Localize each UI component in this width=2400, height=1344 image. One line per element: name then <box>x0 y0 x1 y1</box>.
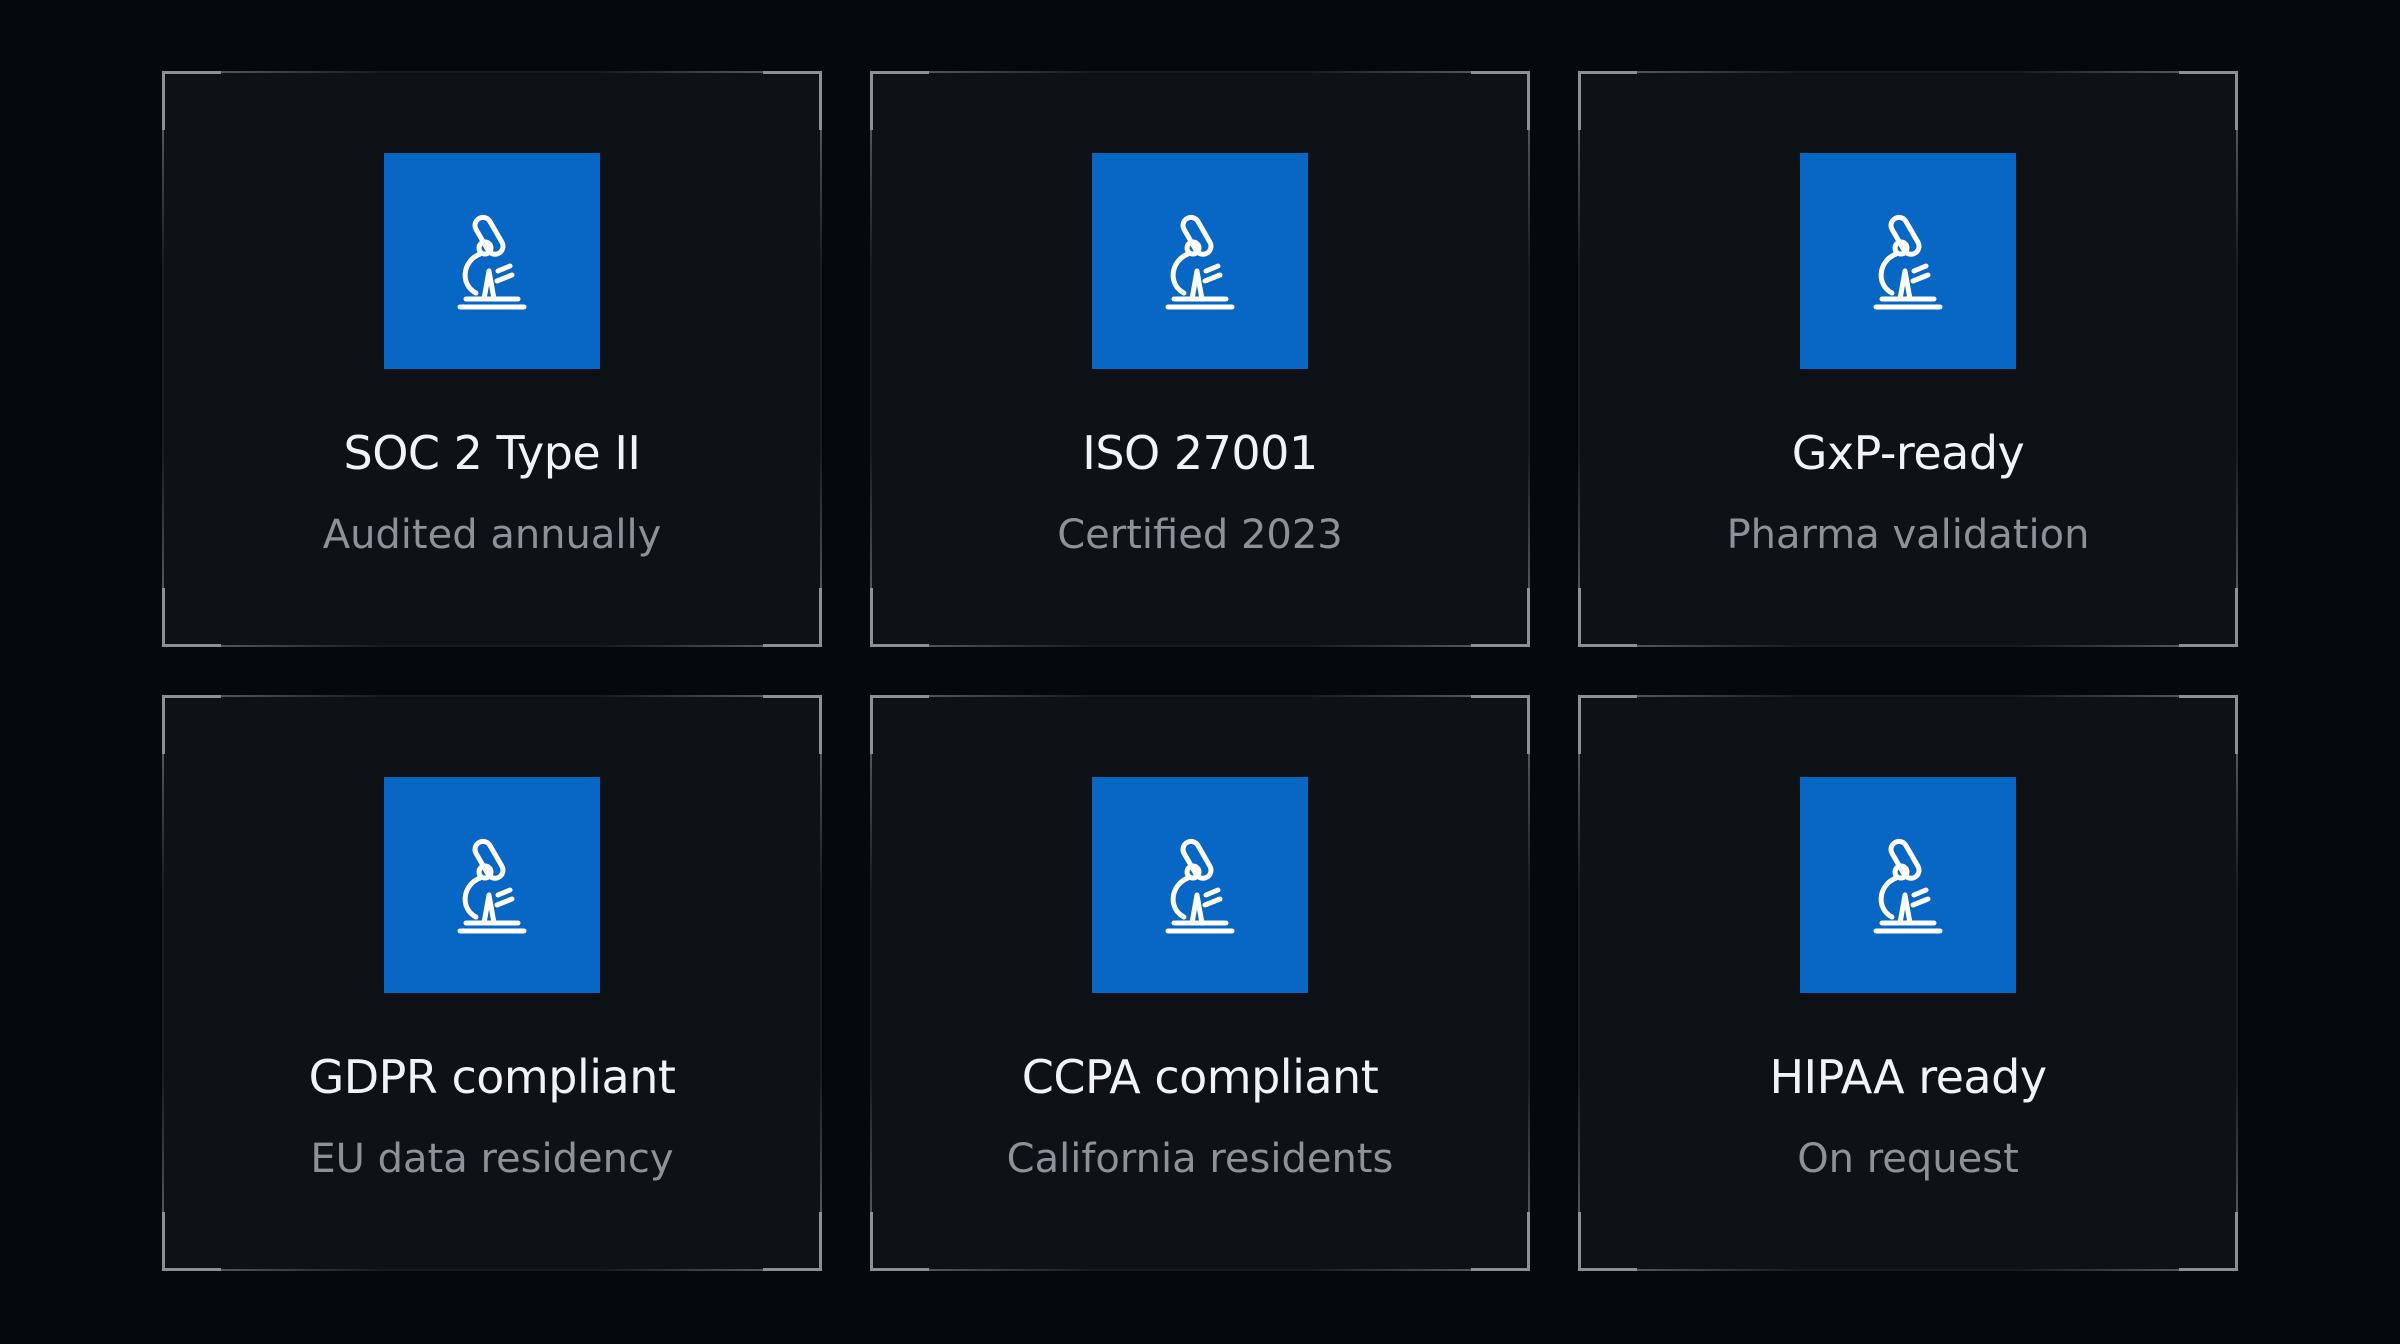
card-border <box>162 127 164 591</box>
card-title: GxP-ready <box>1791 426 2025 480</box>
icon-tile <box>384 777 600 993</box>
card-title: CCPA compliant <box>1021 1050 1379 1104</box>
card-title: ISO 27001 <box>1082 426 1318 480</box>
card-border <box>1634 71 2182 73</box>
corner-bracket <box>870 588 929 647</box>
corner-bracket <box>870 1212 929 1271</box>
corner-bracket <box>1471 1212 1530 1271</box>
card-subtitle: On request <box>1797 1136 2019 1182</box>
corner-bracket <box>1471 588 1530 647</box>
corner-bracket <box>1578 695 1637 754</box>
microscope-icon <box>1165 214 1235 310</box>
corner-bracket <box>763 695 822 754</box>
corner-bracket <box>870 695 929 754</box>
icon-tile <box>1092 777 1308 993</box>
card-subtitle: Pharma validation <box>1726 512 2090 558</box>
card-border <box>218 695 766 697</box>
corner-bracket <box>763 588 822 647</box>
card-border <box>1578 127 1580 591</box>
compliance-card-iso27001: ISO 27001 Certified 2023 <box>870 71 1530 647</box>
microscope-icon <box>1165 838 1235 934</box>
card-border <box>820 751 822 1215</box>
compliance-card-hipaa: HIPAA ready On request <box>1578 695 2238 1271</box>
card-title: GDPR compliant <box>308 1050 676 1104</box>
card-title: HIPAA ready <box>1769 1050 2047 1104</box>
corner-bracket <box>1471 71 1530 130</box>
corner-bracket <box>1578 588 1637 647</box>
icon-tile <box>1800 153 2016 369</box>
card-border <box>1634 1269 2182 1271</box>
compliance-card-gxp: GxP-ready Pharma validation <box>1578 71 2238 647</box>
corner-bracket <box>763 1212 822 1271</box>
card-border <box>1528 751 1530 1215</box>
card-border <box>870 751 872 1215</box>
card-subtitle: EU data residency <box>310 1136 674 1182</box>
corner-bracket <box>2179 1212 2238 1271</box>
corner-bracket <box>1578 1212 1637 1271</box>
card-border <box>218 71 766 73</box>
corner-bracket <box>162 71 221 130</box>
icon-tile <box>1092 153 1308 369</box>
card-border <box>1528 127 1530 591</box>
card-border <box>1578 751 1580 1215</box>
card-border <box>1634 695 2182 697</box>
microscope-icon <box>457 214 527 310</box>
corner-bracket <box>2179 588 2238 647</box>
corner-bracket <box>162 1212 221 1271</box>
corner-bracket <box>2179 71 2238 130</box>
card-border <box>926 1269 1474 1271</box>
corner-bracket <box>2179 695 2238 754</box>
corner-bracket <box>1578 71 1637 130</box>
card-subtitle: California residents <box>1006 1136 1394 1182</box>
card-border <box>162 751 164 1215</box>
card-border <box>926 645 1474 647</box>
corner-bracket <box>162 695 221 754</box>
corner-bracket <box>870 71 929 130</box>
compliance-card-ccpa: CCPA compliant California residents <box>870 695 1530 1271</box>
corner-bracket <box>1471 695 1530 754</box>
card-border <box>820 127 822 591</box>
card-border <box>926 695 1474 697</box>
icon-tile <box>384 153 600 369</box>
card-border <box>218 1269 766 1271</box>
card-title: SOC 2 Type II <box>343 426 641 480</box>
corner-bracket <box>162 588 221 647</box>
card-border <box>870 127 872 591</box>
card-border <box>2236 751 2238 1215</box>
card-border <box>926 71 1474 73</box>
icon-tile <box>1800 777 2016 993</box>
card-subtitle: Audited annually <box>322 512 662 558</box>
compliance-grid: SOC 2 Type II Audited annually ISO 27001… <box>162 71 2239 1271</box>
microscope-icon <box>1873 214 1943 310</box>
corner-bracket <box>763 71 822 130</box>
card-subtitle: Certified 2023 <box>1057 512 1343 558</box>
card-border <box>1634 645 2182 647</box>
card-border <box>218 645 766 647</box>
microscope-icon <box>457 838 527 934</box>
compliance-card-gdpr: GDPR compliant EU data residency <box>162 695 822 1271</box>
card-border <box>2236 127 2238 591</box>
compliance-card-soc2: SOC 2 Type II Audited annually <box>162 71 822 647</box>
microscope-icon <box>1873 838 1943 934</box>
